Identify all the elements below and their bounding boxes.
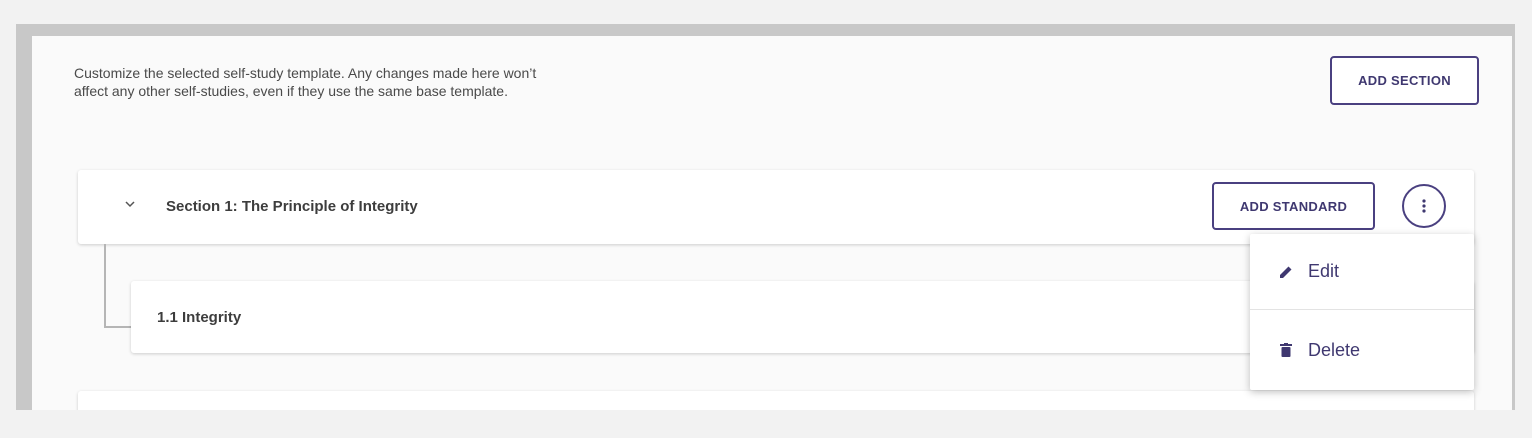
section-card: Section 1: The Principle of Integrity AD…: [78, 170, 1474, 244]
more-vertical-icon: [1422, 199, 1426, 213]
pencil-icon: [1278, 264, 1294, 280]
tree-connector-vertical: [104, 244, 106, 328]
app-frame: Customize the selected self-study templa…: [0, 0, 1532, 438]
menu-item-edit[interactable]: Edit: [1250, 234, 1474, 310]
add-standard-button[interactable]: ADD STANDARD: [1212, 182, 1375, 230]
panel-border: Customize the selected self-study templa…: [16, 24, 1515, 410]
menu-item-label: Delete: [1308, 339, 1361, 360]
menu-item-delete[interactable]: Delete: [1250, 312, 1474, 388]
description-line-1: Customize the selected self-study templa…: [74, 65, 537, 81]
next-section-card: [78, 391, 1474, 410]
add-section-button[interactable]: ADD SECTION: [1330, 56, 1479, 105]
section-title: Section 1: The Principle of Integrity: [166, 198, 418, 215]
section-options-menu: Edit Delete: [1250, 234, 1474, 390]
chevron-down-icon[interactable]: [124, 198, 136, 210]
trash-icon: [1278, 342, 1294, 358]
standard-title: 1.1 Integrity: [157, 309, 242, 326]
menu-item-label: Edit: [1308, 261, 1340, 281]
template-editor: Customize the selected self-study templa…: [32, 36, 1512, 410]
template-description: Customize the selected self-study templa…: [74, 64, 774, 100]
more-options-button[interactable]: [1402, 184, 1446, 228]
tree-connector-horizontal: [104, 326, 132, 328]
description-line-2: affect any other self-studies, even if t…: [74, 83, 508, 99]
